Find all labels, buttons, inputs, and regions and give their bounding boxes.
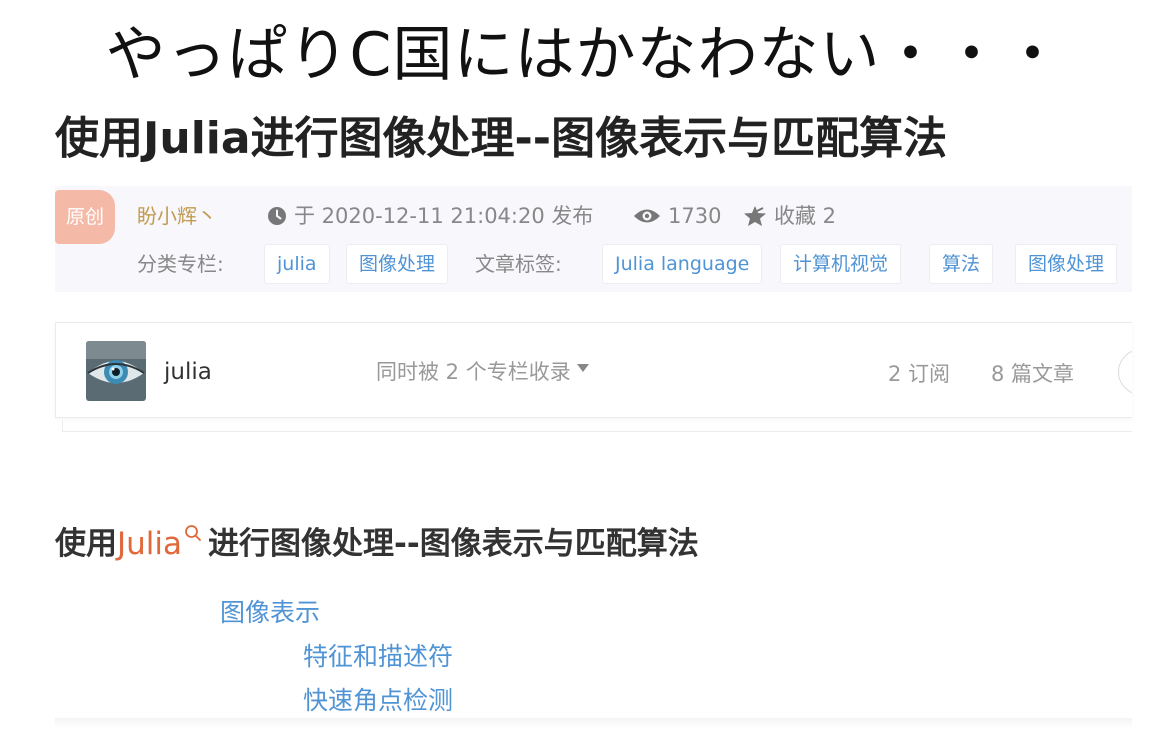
subscribe-button[interactable] — [1118, 349, 1132, 395]
bottom-fade — [55, 718, 1132, 728]
article-title: 使用Julia进行图像处理--图像表示与匹配算法 — [55, 113, 948, 164]
clock-icon — [268, 207, 286, 225]
category-tag-julia[interactable]: julia — [264, 244, 330, 284]
star-icon — [744, 206, 766, 226]
article-meta-box: 原创 盼小辉丶 于 2020-12-11 21:04:20 发布 1730 收藏… — [55, 186, 1132, 292]
toc-item-features-descriptors[interactable]: 特征和描述符 — [303, 640, 453, 674]
view-count-text: 1730 — [668, 204, 722, 228]
article-count: 8 篇文章 — [991, 362, 1075, 386]
tag-algorithm[interactable]: 算法 — [929, 244, 994, 284]
heading-prefix: 使用 — [55, 526, 117, 562]
toc-item-fast-corner-detection[interactable]: 快速角点检测 — [303, 684, 453, 718]
keyword-link-julia[interactable]: Julia — [117, 522, 182, 566]
collected-text: 同时被 2 个专栏收录 — [376, 360, 571, 384]
publish-time-text: 于 2020-12-11 21:04:20 发布 — [294, 204, 594, 228]
publish-time: 于 2020-12-11 21:04:20 发布 — [267, 202, 593, 230]
column-card: julia 同时被 2 个专栏收录 2 订阅 8 篇文章 — [55, 322, 1132, 418]
content-heading: 使用 Julia 进行图像处理--图像表示与匹配算法 — [55, 522, 699, 566]
original-badge: 原创 — [55, 190, 115, 244]
tag-image-processing[interactable]: 图像处理 — [1015, 244, 1118, 284]
meme-caption: やっぱりC国にはかなわない・・・ — [105, 20, 1064, 90]
tag-julia-language[interactable]: Julia language — [602, 244, 763, 284]
eye-icon — [634, 209, 660, 223]
favorite-button[interactable]: 收藏 2 — [743, 202, 836, 230]
heading-suffix: 进行图像处理--图像表示与匹配算法 — [208, 526, 699, 562]
subscription-count: 2 订阅 — [888, 362, 951, 386]
search-icon[interactable] — [184, 524, 202, 542]
toc-item-image-representation[interactable]: 图像表示 — [220, 596, 320, 630]
column-name[interactable]: julia — [164, 357, 212, 387]
tag-computer-vision[interactable]: 计算机视觉 — [780, 244, 902, 284]
column-avatar[interactable] — [86, 341, 146, 401]
tags-label: 文章标签: — [475, 252, 562, 276]
collected-dropdown[interactable]: 同时被 2 个专栏收录 — [376, 358, 589, 386]
author-link[interactable]: 盼小辉丶 — [137, 202, 217, 230]
category-tag-image-processing[interactable]: 图像处理 — [346, 244, 449, 284]
card-shadow — [62, 420, 1132, 432]
caret-down-icon — [576, 364, 589, 372]
favorite-text: 收藏 2 — [774, 204, 837, 228]
view-count: 1730 — [633, 202, 721, 230]
eye-avatar-image — [86, 341, 146, 401]
category-label: 分类专栏: — [137, 252, 224, 276]
